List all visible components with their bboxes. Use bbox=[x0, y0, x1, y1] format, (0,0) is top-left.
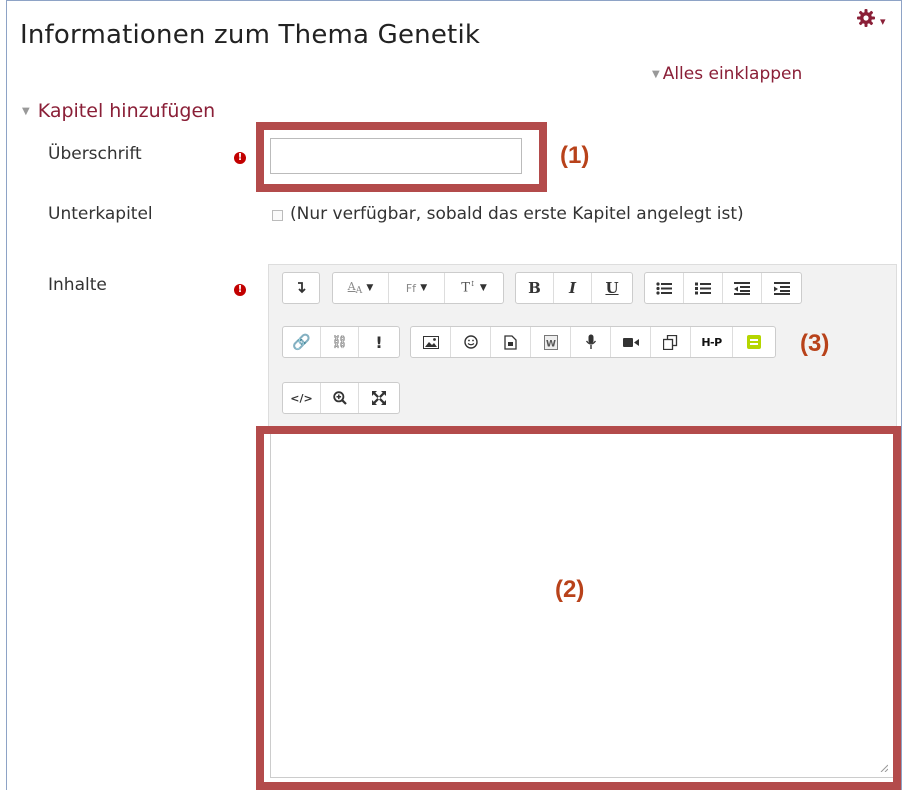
link-icon: 🔗 bbox=[292, 333, 311, 351]
unordered-list-button[interactable] bbox=[645, 273, 684, 303]
h5p-button[interactable]: H‑P bbox=[691, 327, 733, 357]
chevron-down-icon: ▼ bbox=[420, 283, 428, 293]
toolbar-group-font: AA ▼ Ff ▼ T↕ ▼ bbox=[332, 272, 504, 304]
section-toggle[interactable]: ▼ Kapitel hinzufügen bbox=[22, 100, 215, 122]
section-title: Kapitel hinzufügen bbox=[37, 100, 216, 122]
emoji-button[interactable] bbox=[451, 327, 491, 357]
record-video-button[interactable] bbox=[611, 327, 651, 357]
expand-icon bbox=[372, 391, 386, 405]
media-file-icon bbox=[504, 334, 517, 350]
heading-label: Überschrift bbox=[48, 144, 142, 164]
subchapter-note: (Nur verfügbar, sobald das erste Kapitel… bbox=[290, 204, 744, 224]
collapse-all-link[interactable]: ▼ Alles einklappen bbox=[652, 64, 802, 84]
ordered-list-icon bbox=[695, 282, 711, 294]
image-button[interactable] bbox=[411, 327, 451, 357]
h5p-icon: H‑P bbox=[701, 335, 722, 349]
font-size-button[interactable]: T↕ ▼ bbox=[445, 273, 503, 303]
generico-button[interactable] bbox=[733, 327, 775, 357]
fullscreen-button[interactable] bbox=[359, 383, 399, 413]
subchapter-label: Unterkapitel bbox=[48, 204, 153, 224]
triangle-down-icon: ▼ bbox=[22, 106, 30, 117]
font-color-button[interactable]: AA ▼ bbox=[333, 273, 389, 303]
settings-menu-button[interactable]: ▾ bbox=[856, 8, 896, 32]
font-size-icon: T↕ bbox=[461, 280, 476, 296]
annotation-box-2 bbox=[256, 426, 901, 790]
smiley-icon bbox=[463, 335, 478, 349]
triangle-down-icon: ▼ bbox=[652, 69, 660, 80]
toolbar-group-lists bbox=[644, 272, 802, 304]
gear-icon bbox=[856, 9, 876, 34]
underline-icon: U bbox=[605, 279, 619, 297]
word-icon: W bbox=[543, 334, 558, 350]
bold-button[interactable]: B bbox=[516, 273, 554, 303]
annotation-label-1: (1) bbox=[560, 142, 590, 169]
page-title: Informationen zum Thema Genetik bbox=[20, 20, 481, 50]
toolbar-group-links: 🔗 ⛓ ! bbox=[282, 326, 400, 358]
image-icon bbox=[422, 335, 439, 349]
html-source-button[interactable]: </> bbox=[283, 383, 321, 413]
link-button[interactable]: 🔗 bbox=[283, 327, 321, 357]
toolbar-group-collapse bbox=[282, 272, 320, 304]
chevron-down-icon: ▼ bbox=[479, 283, 487, 293]
annotation-label-2: (2) bbox=[555, 576, 585, 603]
copy-files-icon bbox=[663, 334, 678, 350]
accessibility-checker-button[interactable] bbox=[321, 383, 359, 413]
outdent-icon bbox=[734, 281, 750, 295]
unlink-icon: ⛓ bbox=[331, 334, 348, 350]
toolbar-group-style: B I U bbox=[515, 272, 633, 304]
microphone-icon bbox=[585, 334, 596, 349]
toolbar-group-tools: </> bbox=[282, 382, 400, 414]
unordered-list-icon bbox=[656, 281, 672, 295]
font-family-icon: Ff bbox=[405, 281, 417, 295]
font-color-icon: AA bbox=[347, 279, 363, 297]
ordered-list-button[interactable] bbox=[684, 273, 723, 303]
collapse-all-label: Alles einklappen bbox=[662, 64, 803, 84]
no-autolink-button[interactable]: ! bbox=[359, 327, 399, 357]
indent-button[interactable] bbox=[762, 273, 801, 303]
outdent-button[interactable] bbox=[723, 273, 762, 303]
video-camera-icon bbox=[622, 337, 639, 347]
chevron-down-icon: ▾ bbox=[880, 15, 886, 28]
italic-button[interactable]: I bbox=[554, 273, 592, 303]
word-import-button[interactable]: W bbox=[531, 327, 571, 357]
heading-input[interactable] bbox=[270, 138, 522, 174]
media-button[interactable] bbox=[491, 327, 531, 357]
code-icon: </> bbox=[290, 391, 313, 405]
font-family-button[interactable]: Ff ▼ bbox=[389, 273, 445, 303]
exclamation-icon: ! bbox=[375, 332, 383, 352]
chevron-down-icon: ▼ bbox=[366, 283, 374, 293]
record-audio-button[interactable] bbox=[571, 327, 611, 357]
manage-files-button[interactable] bbox=[651, 327, 691, 357]
svg-text:W: W bbox=[546, 339, 556, 349]
zoom-in-icon bbox=[332, 391, 347, 405]
content-label: Inhalte bbox=[48, 275, 107, 295]
indent-icon bbox=[773, 281, 790, 295]
arrow-down-icon bbox=[298, 282, 306, 294]
bold-icon: B bbox=[528, 279, 541, 297]
toolbar-group-media: W H‑P bbox=[410, 326, 776, 358]
unlink-button[interactable]: ⛓ bbox=[321, 327, 359, 357]
required-icon: ! bbox=[234, 284, 246, 296]
underline-button[interactable]: U bbox=[592, 273, 632, 303]
italic-icon: I bbox=[568, 279, 577, 297]
annotation-label-3: (3) bbox=[800, 330, 830, 357]
subchapter-checkbox[interactable] bbox=[272, 210, 283, 221]
collapse-toolbar-button[interactable] bbox=[283, 273, 319, 303]
generico-icon bbox=[747, 335, 761, 349]
required-icon: ! bbox=[234, 152, 246, 164]
